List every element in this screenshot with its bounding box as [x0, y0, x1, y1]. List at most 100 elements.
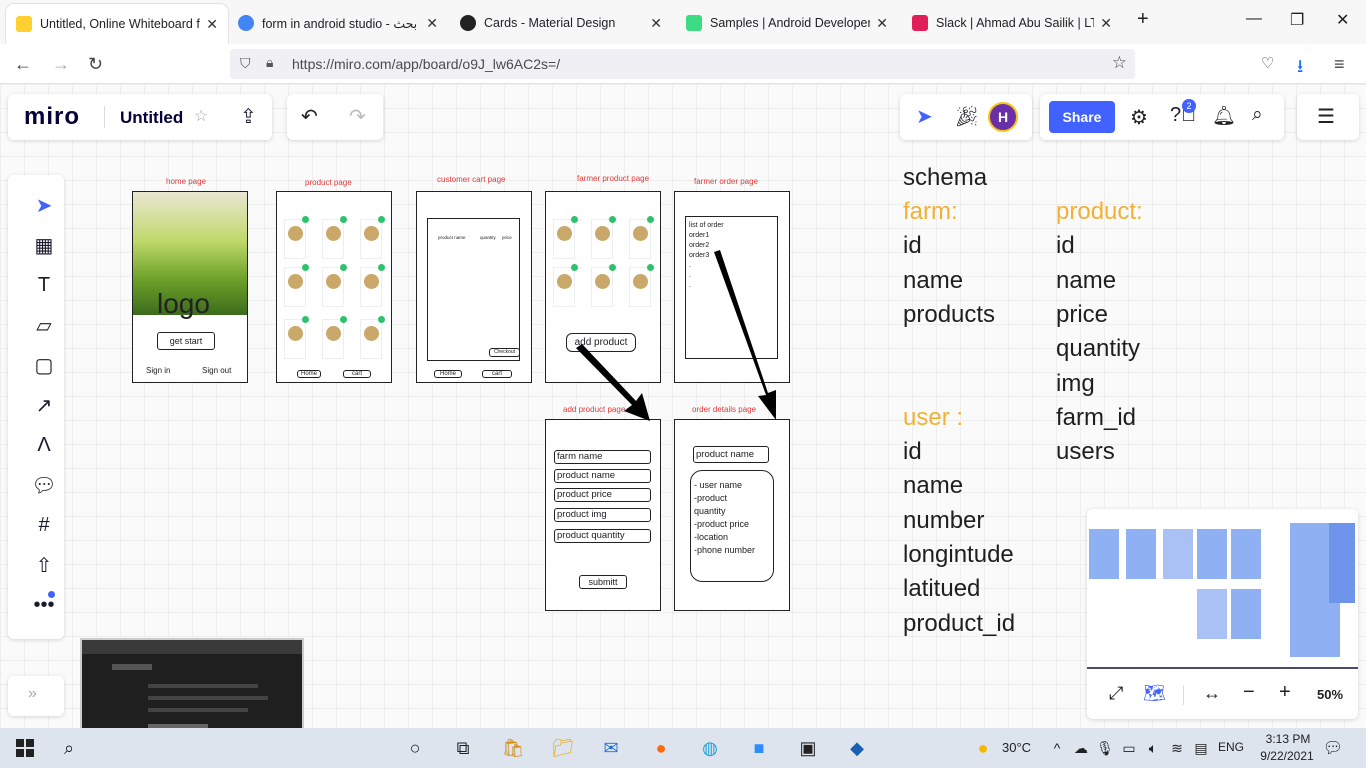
bell-icon[interactable]: 🔔︎ [1212, 104, 1236, 128]
weather-sun-icon[interactable]: ● [972, 737, 994, 759]
search-icon[interactable]: ⌕ [1252, 104, 1263, 126]
clock-date[interactable]: 9/22/2021 [1254, 749, 1320, 763]
notifications-icon[interactable]: 💬︎ [1322, 737, 1344, 759]
tab-miro[interactable]: Untitled, Online Whiteboard for ✕ [6, 4, 228, 44]
store-icon[interactable]: 🛍︎ [502, 737, 525, 759]
bookmark-star-icon[interactable]: ☆ [1112, 53, 1127, 73]
zoom-level[interactable]: 50% [1317, 687, 1343, 702]
submit-button[interactable]: submitt [579, 575, 627, 589]
cart-nav-button[interactable]: cart [343, 370, 371, 378]
cart-nav-button[interactable]: cart [482, 370, 512, 378]
pocket-icon[interactable]: ♡ [1261, 54, 1274, 72]
frame-product-page[interactable]: Home cart [276, 191, 392, 383]
map-icon[interactable]: 🗺︎ [1143, 683, 1166, 704]
fit-screen-icon[interactable]: ⤢ [1109, 683, 1123, 704]
frame-tool-icon[interactable]: # [26, 507, 62, 543]
avatar[interactable]: H [988, 102, 1018, 132]
farm-name-field[interactable]: farm name [554, 450, 651, 464]
sticky-note-icon[interactable]: ▱ [26, 307, 62, 343]
battery-icon[interactable]: ▭ [1118, 737, 1140, 759]
upload-icon[interactable]: ⇧ [26, 547, 62, 583]
zoom-out-icon[interactable]: − [1243, 681, 1255, 704]
close-icon[interactable]: ✕ [206, 16, 218, 33]
shield-icon[interactable]: ⛉ [240, 55, 251, 72]
get-start-button[interactable]: get start [157, 332, 215, 350]
cloud-icon[interactable]: ☁ [1070, 737, 1092, 759]
zoom-app-icon[interactable]: ■ [748, 737, 770, 759]
sign-out-link[interactable]: Sign out [202, 366, 231, 375]
redo-icon[interactable]: ↷ [349, 104, 366, 129]
frame-order-details-page[interactable]: product name - user name -product quanti… [674, 419, 790, 611]
new-tab-button[interactable]: + [1137, 8, 1149, 31]
tab-google[interactable]: form in android studio - بحث Go ✕ [228, 6, 448, 40]
sign-in-link[interactable]: Sign in [146, 366, 170, 375]
windows-start-icon[interactable] [14, 737, 36, 759]
undo-icon[interactable]: ↶ [301, 104, 318, 129]
search-icon[interactable]: ⌕ [58, 737, 80, 759]
cortana-icon[interactable]: ○ [404, 737, 426, 759]
frame-cart-page[interactable]: product name quantity price Checkout Hom… [416, 191, 532, 383]
home-nav-button[interactable]: Home [297, 370, 321, 378]
microphone-icon[interactable]: 🎙︎ [1094, 737, 1116, 759]
close-icon[interactable]: ✕ [650, 15, 662, 32]
terminal-icon[interactable]: ▣ [797, 737, 819, 759]
miro-logo[interactable]: miro [24, 103, 80, 131]
close-icon[interactable]: ✕ [426, 15, 438, 32]
frame-farmer-product-page[interactable]: add product [545, 191, 661, 383]
connector-icon[interactable]: ↗ [26, 387, 62, 423]
close-icon[interactable]: ✕ [1100, 15, 1112, 32]
file-explorer-icon[interactable]: 📁︎ [552, 737, 575, 759]
product-name-field[interactable]: product name [693, 446, 769, 463]
clock-time[interactable]: 3:13 PM [1260, 732, 1316, 746]
celebrate-icon[interactable]: 🎉︎ [954, 104, 979, 129]
frame-add-product-page[interactable]: farm name product name product price pro… [545, 419, 661, 611]
comment-icon[interactable]: 💬︎ [26, 467, 62, 503]
close-icon[interactable]: ✕ [876, 15, 888, 32]
more-tools-icon[interactable]: ••• [26, 587, 62, 623]
star-icon[interactable]: ☆ [194, 106, 208, 126]
select-tool-icon[interactable]: ➤ [26, 187, 62, 223]
minimize-button[interactable]: — [1246, 10, 1262, 28]
add-product-button[interactable]: add product [566, 333, 636, 352]
frame-farmer-order-page[interactable]: list of order order1 order2 order3 . . . [674, 191, 790, 383]
notes-list-icon[interactable]: ☰ [1317, 104, 1335, 129]
task-view-icon[interactable]: ⧉ [452, 737, 474, 759]
fit-width-icon[interactable]: ↔ [1203, 683, 1221, 704]
cursor-filter-icon[interactable]: ➤ [916, 104, 933, 129]
forward-icon[interactable]: → [52, 54, 70, 75]
maximize-button[interactable]: ❐ [1290, 10, 1304, 30]
board-canvas[interactable]: miro Untitled ☆ ⇪ ↶ ↷ ➤ 🎉︎ H Share ⚙ ?⃝ … [0, 84, 1366, 728]
wifi-icon[interactable]: ≋ [1166, 737, 1188, 759]
app-icon[interactable]: ◆ [846, 737, 868, 759]
board-title[interactable]: Untitled [120, 108, 183, 128]
shape-tool-icon[interactable]: ▢ [26, 347, 62, 383]
home-nav-button[interactable]: Home [434, 370, 462, 378]
tab-material[interactable]: Cards - Material Design ✕ [450, 6, 672, 40]
tab-android[interactable]: Samples | Android Developers ✕ [676, 6, 898, 40]
temperature[interactable]: 30°C [1002, 740, 1031, 755]
templates-icon[interactable]: ▦ [26, 227, 62, 263]
frame-home-page[interactable]: logo get start Sign in Sign out [132, 191, 248, 383]
firefox-icon[interactable]: ● [650, 737, 672, 759]
zoom-in-icon[interactable]: + [1279, 681, 1291, 704]
volume-icon[interactable]: 🔈︎ [1142, 737, 1164, 759]
product-price-field[interactable]: product price [554, 488, 651, 502]
edge-icon[interactable]: ◍ [699, 737, 721, 759]
language-indicator[interactable]: ENG [1218, 740, 1244, 754]
download-icon[interactable]: ⭳ [1297, 54, 1303, 84]
product-quantity-field[interactable]: product quantity [554, 529, 651, 543]
network-icon[interactable]: ▤ [1190, 737, 1212, 759]
menu-icon[interactable]: ≡ [1334, 54, 1345, 75]
mail-icon[interactable]: ✉ [600, 737, 622, 759]
product-img-field[interactable]: product img [554, 508, 651, 522]
tab-slack[interactable]: Slack | Ahmad Abu Sailik | LTUC ✕ [902, 6, 1122, 40]
lock-icon[interactable]: 🔒︎ [266, 54, 273, 71]
product-name-field[interactable]: product name [554, 469, 651, 483]
close-window-button[interactable]: ✕ [1336, 10, 1349, 30]
share-button[interactable]: Share [1049, 101, 1115, 133]
settings-sliders-icon[interactable]: ⚙ [1130, 105, 1148, 130]
text-tool-icon[interactable]: T [26, 267, 62, 303]
minimap[interactable] [1087, 509, 1358, 669]
back-icon[interactable]: ← [14, 54, 32, 75]
chevron-up-icon[interactable]: ^ [1046, 737, 1068, 759]
